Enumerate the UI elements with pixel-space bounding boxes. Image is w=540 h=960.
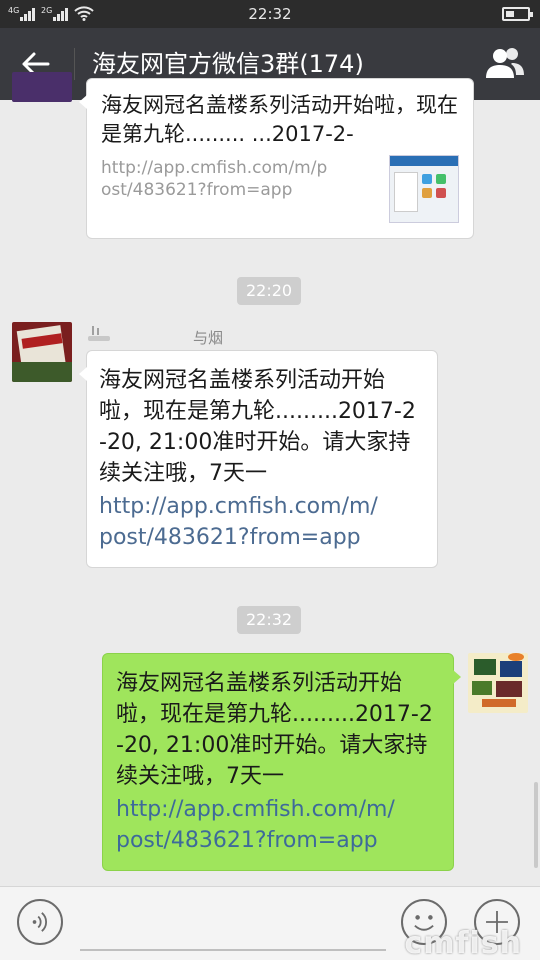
voice-icon[interactable] — [17, 899, 63, 945]
scrollbar[interactable] — [534, 782, 538, 868]
sender-badge-icon — [88, 326, 110, 342]
message-link[interactable]: http://app.cmfish.com/m/post/483621?from… — [99, 491, 389, 553]
message-bubble[interactable]: 海友网冠名盖楼系列活动开始啦，现在是第九轮.........2017-2-20,… — [79, 350, 438, 568]
message-text: 海友网冠名盖楼系列活动开始啦，现在是第九轮.........2017-2-20,… — [116, 671, 433, 789]
self-avatar[interactable] — [468, 653, 528, 713]
sender-name: 与烟 — [193, 329, 224, 347]
message-text: 海友网冠名盖楼系列活动开始啦，现在是第九轮.........2017-2-20,… — [99, 368, 416, 486]
link-card-thumbnail — [389, 155, 459, 223]
watermark: cmfish — [404, 926, 522, 960]
message-input[interactable] — [80, 949, 386, 951]
timestamp: 22:32 — [237, 606, 302, 634]
message-link[interactable]: http://app.cmfish.com/m/post/483621?from… — [116, 794, 406, 856]
timestamp: 22:20 — [237, 277, 302, 305]
chat-title: 海友网官方微信3群(174) — [92, 50, 364, 78]
status-bar: 4G 2G 22:32 — [0, 0, 540, 28]
link-card-bubble[interactable]: 海友网冠名盖楼系列活动开始啦，现在是第九轮......... ...2017-2… — [79, 78, 474, 239]
avatar[interactable] — [12, 322, 72, 382]
battery-icon — [502, 7, 533, 21]
message-text: 海友网冠名盖楼系列活动开始啦，现在是第九轮......... ...2017-2… — [101, 93, 458, 146]
status-time: 22:32 — [248, 5, 292, 23]
avatar[interactable] — [12, 72, 72, 102]
self-message-bubble[interactable]: 海友网冠名盖楼系列活动开始啦，现在是第九轮.........2017-2-20,… — [102, 653, 461, 871]
group-members-icon[interactable] — [484, 44, 526, 84]
header-divider — [74, 48, 75, 80]
link-card-url: http://app.cmfish.com/m/post/483621?from… — [101, 158, 328, 200]
